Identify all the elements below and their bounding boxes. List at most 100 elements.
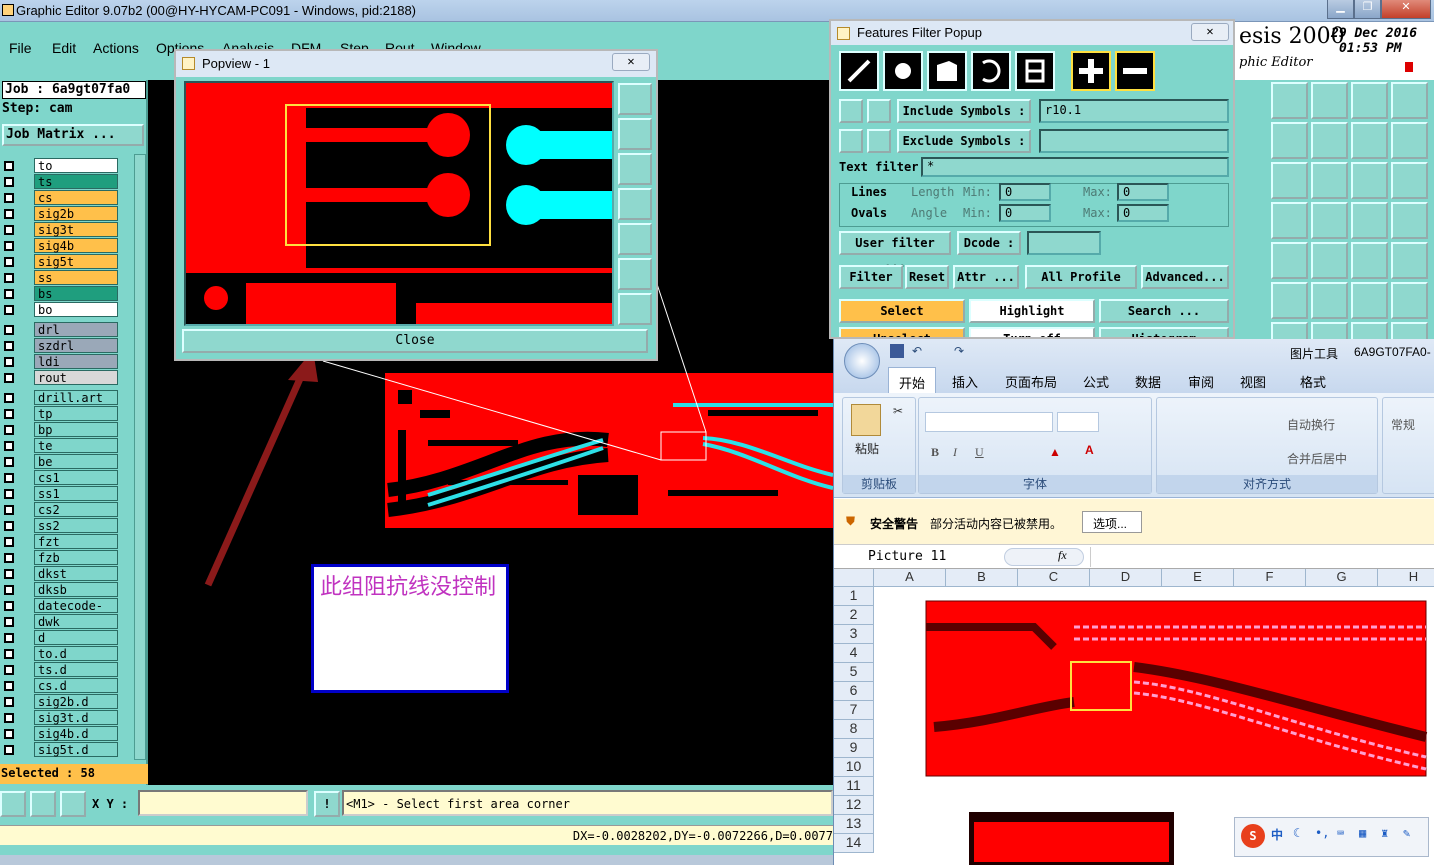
snap-tool-2-icon[interactable] — [30, 791, 56, 817]
layer-name[interactable]: sig3t.d — [34, 710, 118, 725]
layer-row[interactable]: dksb — [4, 582, 118, 598]
layer-name[interactable]: to — [34, 158, 118, 173]
layer-name[interactable]: dkst — [34, 566, 118, 581]
layer-checkbox[interactable] — [4, 745, 14, 755]
row-header[interactable]: 6 — [834, 682, 874, 701]
layer-row[interactable]: cs — [4, 190, 118, 206]
layer-checkbox[interactable] — [4, 305, 14, 315]
angle-min-input[interactable]: 0 — [999, 204, 1051, 222]
layer-name[interactable]: cs.d — [34, 678, 118, 693]
row-header[interactable]: 14 — [834, 834, 874, 853]
layer-name[interactable]: sig4b.d — [34, 726, 118, 741]
tab-insert[interactable]: 插入 — [952, 372, 978, 391]
layer-row[interactable]: cs.d — [4, 678, 118, 694]
layer-name[interactable]: d — [34, 630, 118, 645]
snap-tool-1-icon[interactable] — [0, 791, 26, 817]
menu-file[interactable]: File — [9, 40, 32, 56]
tab-view[interactable]: 视图 — [1240, 372, 1266, 391]
layer-name[interactable]: datecode-pte — [34, 598, 118, 628]
layer-name[interactable]: to.d — [34, 646, 118, 661]
layer-checkbox[interactable] — [4, 713, 14, 723]
layer-name[interactable]: ldi — [34, 354, 118, 369]
lines-label[interactable]: Lines — [851, 185, 887, 199]
popview-tool-3[interactable] — [618, 153, 652, 185]
layer-name[interactable]: fzt — [34, 534, 118, 549]
wrap-text-button[interactable]: 自动换行 — [1287, 416, 1335, 433]
tool-button-0-2-icon[interactable] — [1351, 82, 1388, 119]
layer-name[interactable]: ts — [34, 174, 118, 189]
layer-checkbox[interactable] — [4, 441, 14, 451]
advanced-button[interactable]: Advanced... — [1141, 265, 1229, 289]
menu-edit[interactable]: Edit — [52, 40, 76, 56]
length-label[interactable]: Length — [911, 185, 954, 199]
exclude-symbols-input[interactable] — [1039, 129, 1229, 153]
column-header[interactable]: E — [1162, 569, 1234, 587]
tool-button-3-1-icon[interactable] — [1311, 202, 1348, 239]
dcode-input[interactable] — [1027, 231, 1101, 255]
layer-name[interactable]: be — [34, 454, 118, 469]
layer-row[interactable]: fzt — [4, 534, 118, 550]
layer-name[interactable]: sig5t.d — [34, 742, 118, 757]
layer-checkbox[interactable] — [4, 193, 14, 203]
popview-close-icon[interactable]: ✕ — [612, 53, 650, 71]
paste-label[interactable]: 粘贴 — [855, 440, 879, 457]
layer-row[interactable]: bp — [4, 422, 118, 438]
tab-formulas[interactable]: 公式 — [1083, 372, 1109, 391]
column-header[interactable]: F — [1234, 569, 1306, 587]
layer-name[interactable]: ss2 — [34, 518, 118, 533]
layer-checkbox[interactable] — [4, 633, 14, 643]
italic-icon[interactable]: I — [953, 445, 957, 460]
layer-name[interactable]: sig3t — [34, 222, 118, 237]
layer-row[interactable]: drill.art — [4, 390, 118, 406]
layer-row[interactable]: ts — [4, 174, 118, 190]
merge-center-button[interactable]: 合并后居中 — [1287, 450, 1347, 467]
layer-name[interactable]: sig5t — [34, 254, 118, 269]
layer-name[interactable]: drl — [34, 322, 118, 337]
layer-checkbox[interactable] — [4, 617, 14, 627]
row-header[interactable]: 7 — [834, 701, 874, 720]
layer-name[interactable]: ss — [34, 270, 118, 285]
layer-checkbox[interactable] — [4, 289, 14, 299]
layer-row[interactable]: ldi — [4, 354, 118, 370]
user-filter-button[interactable]: User filter ... — [839, 231, 951, 270]
xy-input[interactable] — [138, 790, 308, 816]
layer-name[interactable]: ss1 — [34, 486, 118, 501]
tool-button-3-3-icon[interactable] — [1391, 202, 1428, 239]
column-header[interactable]: H — [1378, 569, 1434, 587]
exclude-arrow-icon[interactable] — [839, 129, 863, 153]
tool-button-5-2-icon[interactable] — [1351, 282, 1388, 319]
tool-button-4-0-icon[interactable] — [1271, 242, 1308, 279]
column-header[interactable]: D — [1090, 569, 1162, 587]
all-profile-button[interactable]: All Profile — [1025, 265, 1137, 289]
layer-checkbox[interactable] — [4, 601, 14, 611]
row-header[interactable]: 13 — [834, 815, 874, 834]
reset-button[interactable]: Reset — [905, 265, 949, 289]
tool-button-1-2-icon[interactable] — [1351, 122, 1388, 159]
search-button[interactable]: Search ... — [1099, 299, 1229, 323]
tool-button-0-3-icon[interactable] — [1391, 82, 1428, 119]
layer-row[interactable]: te — [4, 438, 118, 454]
column-header[interactable]: G — [1306, 569, 1378, 587]
column-header[interactable]: B — [946, 569, 1018, 587]
layer-checkbox[interactable] — [4, 697, 14, 707]
include-symbols-button[interactable]: Include Symbols : — [897, 99, 1031, 123]
filter-line-icon[interactable] — [839, 51, 879, 91]
filter-button[interactable]: Filter — [839, 265, 903, 289]
tool-button-1-3-icon[interactable] — [1391, 122, 1428, 159]
layer-name[interactable]: sig2b — [34, 206, 118, 221]
shirt-icon[interactable]: ♜ — [1381, 826, 1388, 840]
layer-checkbox[interactable] — [4, 325, 14, 335]
office-button[interactable] — [844, 343, 880, 379]
layer-row[interactable]: fzb — [4, 550, 118, 566]
popview-tool-1[interactable] — [618, 83, 652, 115]
histogram-button[interactable]: Histogram — [1099, 327, 1229, 337]
layer-name[interactable]: bp — [34, 422, 118, 437]
layer-row[interactable]: sig3t.d — [4, 710, 118, 726]
layer-checkbox[interactable] — [4, 505, 14, 515]
tool-button-2-3-icon[interactable] — [1391, 162, 1428, 199]
filter-negative-icon[interactable] — [1115, 51, 1155, 91]
layer-row[interactable]: dwk — [4, 614, 118, 630]
angle-max-input[interactable]: 0 — [1117, 204, 1169, 222]
layer-name[interactable]: dwk — [34, 614, 118, 629]
tab-review[interactable]: 审阅 — [1188, 372, 1214, 391]
